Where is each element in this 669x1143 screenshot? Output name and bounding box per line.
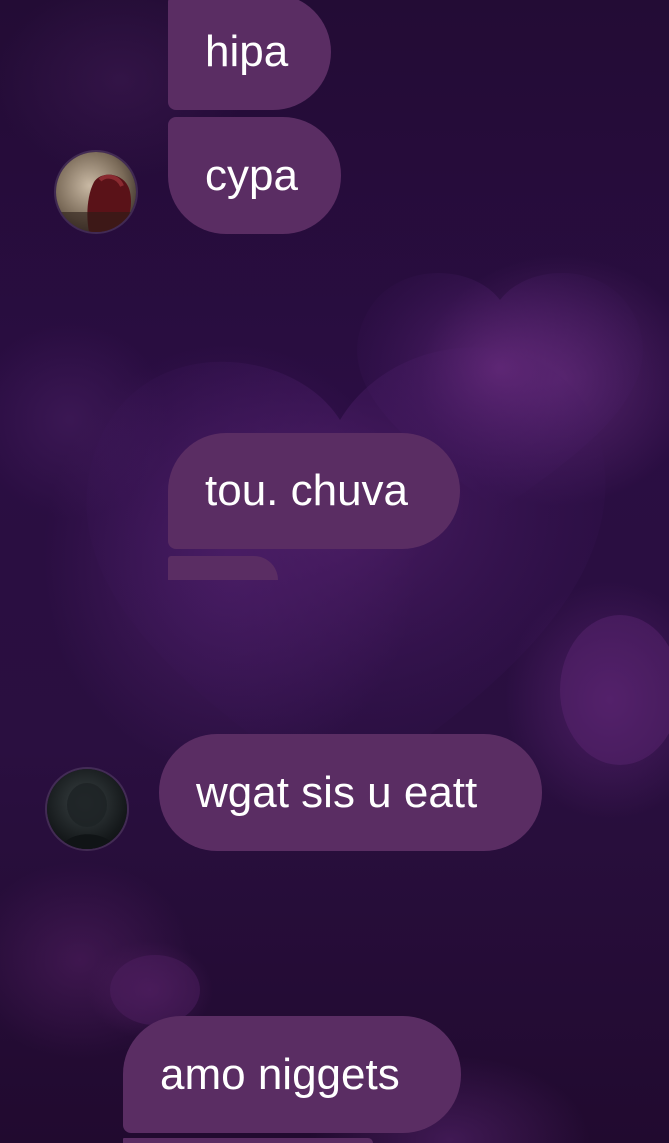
avatar[interactable] xyxy=(54,150,138,234)
message-bubble[interactable]: tou. chuva xyxy=(168,433,460,549)
message-bubble[interactable]: wgat sis u eatt xyxy=(159,734,542,851)
profile-photo-red-icon xyxy=(56,152,136,232)
message-bubble[interactable]: cypa xyxy=(168,117,341,234)
message-text: cypa xyxy=(205,150,298,200)
message-bubble-partial xyxy=(168,556,278,580)
message-text: tou. chuva xyxy=(205,466,409,515)
message-text: wgat sis u eatt xyxy=(196,767,478,817)
avatar[interactable] xyxy=(45,767,129,851)
message-text: hipa xyxy=(205,27,289,76)
message-bubble[interactable]: amo niggets xyxy=(123,1016,461,1133)
message-bubble-partial xyxy=(123,1138,373,1143)
message-bubble[interactable]: hipa xyxy=(168,0,331,110)
message-text: amo niggets xyxy=(160,1049,400,1099)
profile-photo-dark-icon xyxy=(47,769,127,849)
